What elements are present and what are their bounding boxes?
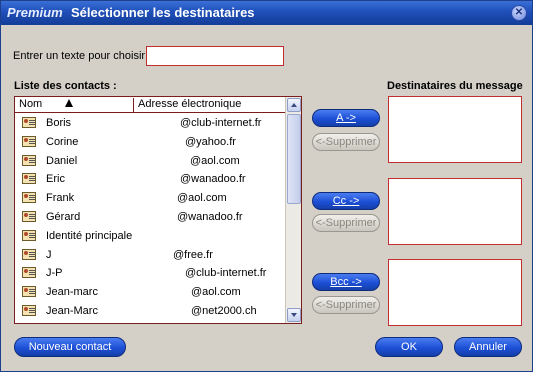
contact-card-icon <box>22 210 36 222</box>
bcc-recipients-box[interactable] <box>388 259 522 326</box>
contact-email: @free.fr <box>173 248 213 261</box>
contact-row[interactable]: J @free.fr <box>15 246 285 265</box>
contact-email: @wanadoo.fr <box>177 210 243 223</box>
contact-name: Jean-Marc <box>46 304 98 317</box>
contact-card-icon <box>22 173 36 185</box>
contact-name: Identité principale <box>46 229 133 242</box>
scroll-thumb[interactable] <box>287 114 301 204</box>
ok-button[interactable]: OK <box>375 337 443 357</box>
contact-name: Gérard <box>46 210 81 223</box>
contact-email: @aol.com <box>191 286 241 299</box>
contact-name: Boris <box>46 117 72 129</box>
contacts-heading: Liste des contacts : <box>14 80 117 92</box>
contact-email: @wanadoo.fr <box>180 173 246 186</box>
sort-ascending-icon <box>65 99 73 107</box>
new-contact-button[interactable]: Nouveau contact <box>14 337 126 357</box>
column-header-email[interactable]: Adresse électronique <box>138 98 241 110</box>
remove-cc-button[interactable]: <-Supprimer <box>312 214 380 232</box>
contact-row[interactable]: Frank @aol.com <box>15 189 285 208</box>
filter-label: Entrer un texte pour choisir : <box>13 50 152 62</box>
contact-email: @club-internet.fr <box>180 117 262 129</box>
column-header-name[interactable]: Nom <box>17 98 134 112</box>
contact-row[interactable]: Jeffreyaol.com <box>15 321 285 323</box>
contact-card-icon <box>22 304 36 316</box>
remove-to-button[interactable]: <-Supprimer <box>312 133 380 151</box>
contact-email: @aol.com <box>190 154 240 167</box>
contact-name: Jean-marc <box>46 286 98 299</box>
contact-row[interactable]: Eric @wanadoo.fr <box>15 170 285 189</box>
cc-recipients-box[interactable] <box>388 178 522 245</box>
contact-name: Eric <box>46 173 65 186</box>
to-recipients-box[interactable] <box>388 96 522 163</box>
contact-email: @club-internet.fr <box>185 267 267 280</box>
contact-card-icon <box>22 117 36 128</box>
contact-list[interactable]: Nom Adresse électronique Boris @club-inte… <box>14 96 302 324</box>
add-cc-button[interactable]: Cc -> <box>312 192 380 210</box>
contact-list-header: Nom Adresse électronique <box>15 97 285 113</box>
app-name: Premium <box>7 5 63 20</box>
list-scrollbar[interactable] <box>285 97 301 323</box>
title-bar: Premium Sélectionner les destinataires ✕ <box>1 1 532 25</box>
contact-row[interactable]: Jean-marc @aol.com <box>15 283 285 302</box>
contact-row[interactable]: Jean-Marc @net2000.ch <box>15 302 285 321</box>
contact-email: @yahoo.fr <box>185 135 236 148</box>
contact-card-icon <box>22 267 36 279</box>
contact-rows: Boris @club-internet.fr Corine @yahoo.fr Dan… <box>15 114 285 323</box>
contact-name: J <box>46 248 52 261</box>
remove-bcc-button[interactable]: <-Supprimer <box>312 296 380 314</box>
contact-email: @net2000.ch <box>191 304 257 317</box>
window-title: Sélectionner les destinataires <box>71 5 255 20</box>
add-to-button[interactable]: A -> <box>312 109 380 127</box>
contact-card-icon <box>22 248 36 260</box>
contact-card-icon <box>22 192 36 204</box>
contact-row[interactable]: Identité principale <box>15 227 285 246</box>
contact-card-icon <box>22 229 36 241</box>
contact-email: @aol.com <box>177 192 227 205</box>
close-icon[interactable]: ✕ <box>511 5 527 21</box>
contact-row[interactable]: Corine @yahoo.fr <box>15 133 285 152</box>
contact-row[interactable]: J-P @club-internet.fr <box>15 264 285 283</box>
contact-row[interactable]: Daniel @aol.com <box>15 152 285 171</box>
contact-name: Frank <box>46 192 75 205</box>
scroll-down-icon[interactable] <box>287 308 301 322</box>
add-bcc-button[interactable]: Bcc -> <box>312 273 380 291</box>
contact-name: Daniel <box>46 154 78 167</box>
cancel-button[interactable]: Annuler <box>454 337 522 357</box>
contact-row[interactable]: Boris @club-internet.fr <box>15 114 285 133</box>
contact-name: Corine <box>46 135 79 148</box>
contact-card-icon <box>22 286 36 298</box>
contact-card-icon <box>22 135 36 147</box>
filter-input[interactable] <box>146 46 284 66</box>
scroll-up-icon[interactable] <box>287 98 301 112</box>
recipient-dialog: Premium Sélectionner les destinataires ✕… <box>0 0 533 372</box>
contact-row[interactable]: Gérard @wanadoo.fr <box>15 208 285 227</box>
recipients-heading: Destinataires du message <box>387 80 523 92</box>
contact-card-icon <box>22 154 36 166</box>
contact-name: J-P <box>46 267 63 280</box>
